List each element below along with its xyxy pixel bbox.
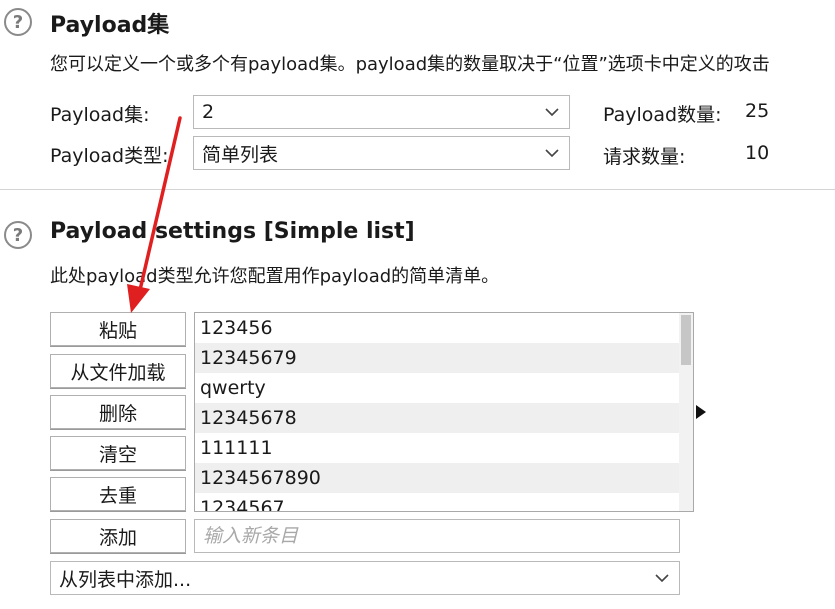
payload-sets-description: 您可以定义一个或多个有payload集。payload集的数量取决于“位置”选项… xyxy=(50,54,770,75)
payload-settings-title: Payload settings [Simple list] xyxy=(50,219,415,244)
payload-settings-description: 此处payload类型允许您配置用作payload的简单清单。 xyxy=(50,266,500,287)
payload-type-label: Payload类型: xyxy=(50,145,169,167)
add-from-list-select[interactable]: 从列表中添加... xyxy=(50,561,680,595)
payload-set-label: Payload集: xyxy=(50,104,150,126)
list-item[interactable]: 1234567890 xyxy=(195,463,679,493)
list-item[interactable]: 111111 xyxy=(195,433,679,463)
section-divider xyxy=(0,189,835,190)
add-from-list-label: 从列表中添加... xyxy=(59,568,192,591)
list-scrollbar[interactable] xyxy=(679,313,693,511)
payload-type-select[interactable]: 简单列表 xyxy=(193,136,570,170)
payload-sets-title: Payload集 xyxy=(50,13,170,38)
payload-set-value: 2 xyxy=(202,101,215,123)
list-item[interactable]: 12345679 xyxy=(195,343,679,373)
request-count-label: 请求数量: xyxy=(603,146,686,168)
chevron-down-icon xyxy=(655,574,669,582)
help-icon[interactable]: ? xyxy=(4,8,32,36)
paste-button[interactable]: 粘贴 xyxy=(50,312,186,346)
chevron-down-icon xyxy=(545,149,559,157)
list-item[interactable]: 12345678 xyxy=(195,403,679,433)
payload-set-select[interactable]: 2 xyxy=(193,95,570,129)
scrollbar-thumb[interactable] xyxy=(681,315,691,365)
deduplicate-button[interactable]: 去重 xyxy=(50,477,186,511)
payload-list[interactable]: 123456 12345679 qwerty 12345678 111111 1… xyxy=(194,312,694,512)
chevron-down-icon xyxy=(545,108,559,116)
annotation-arrow xyxy=(127,116,182,313)
list-item[interactable]: 1234567 xyxy=(195,493,679,511)
payload-type-value: 简单列表 xyxy=(202,143,279,166)
help-icon[interactable]: ? xyxy=(4,221,32,249)
list-item[interactable]: 123456 xyxy=(195,313,679,343)
payload-count-value: 25 xyxy=(745,100,770,122)
remove-button[interactable]: 删除 xyxy=(50,395,186,429)
add-button[interactable]: 添加 xyxy=(50,519,186,553)
clear-button[interactable]: 清空 xyxy=(50,436,186,470)
load-from-file-button[interactable]: 从文件加载 xyxy=(50,354,186,388)
payload-count-label: Payload数量: xyxy=(603,104,722,126)
new-item-input[interactable] xyxy=(194,519,680,553)
request-count-value: 10 xyxy=(745,142,770,164)
triangle-pointer-icon xyxy=(696,405,706,419)
list-item[interactable]: qwerty xyxy=(195,373,679,403)
